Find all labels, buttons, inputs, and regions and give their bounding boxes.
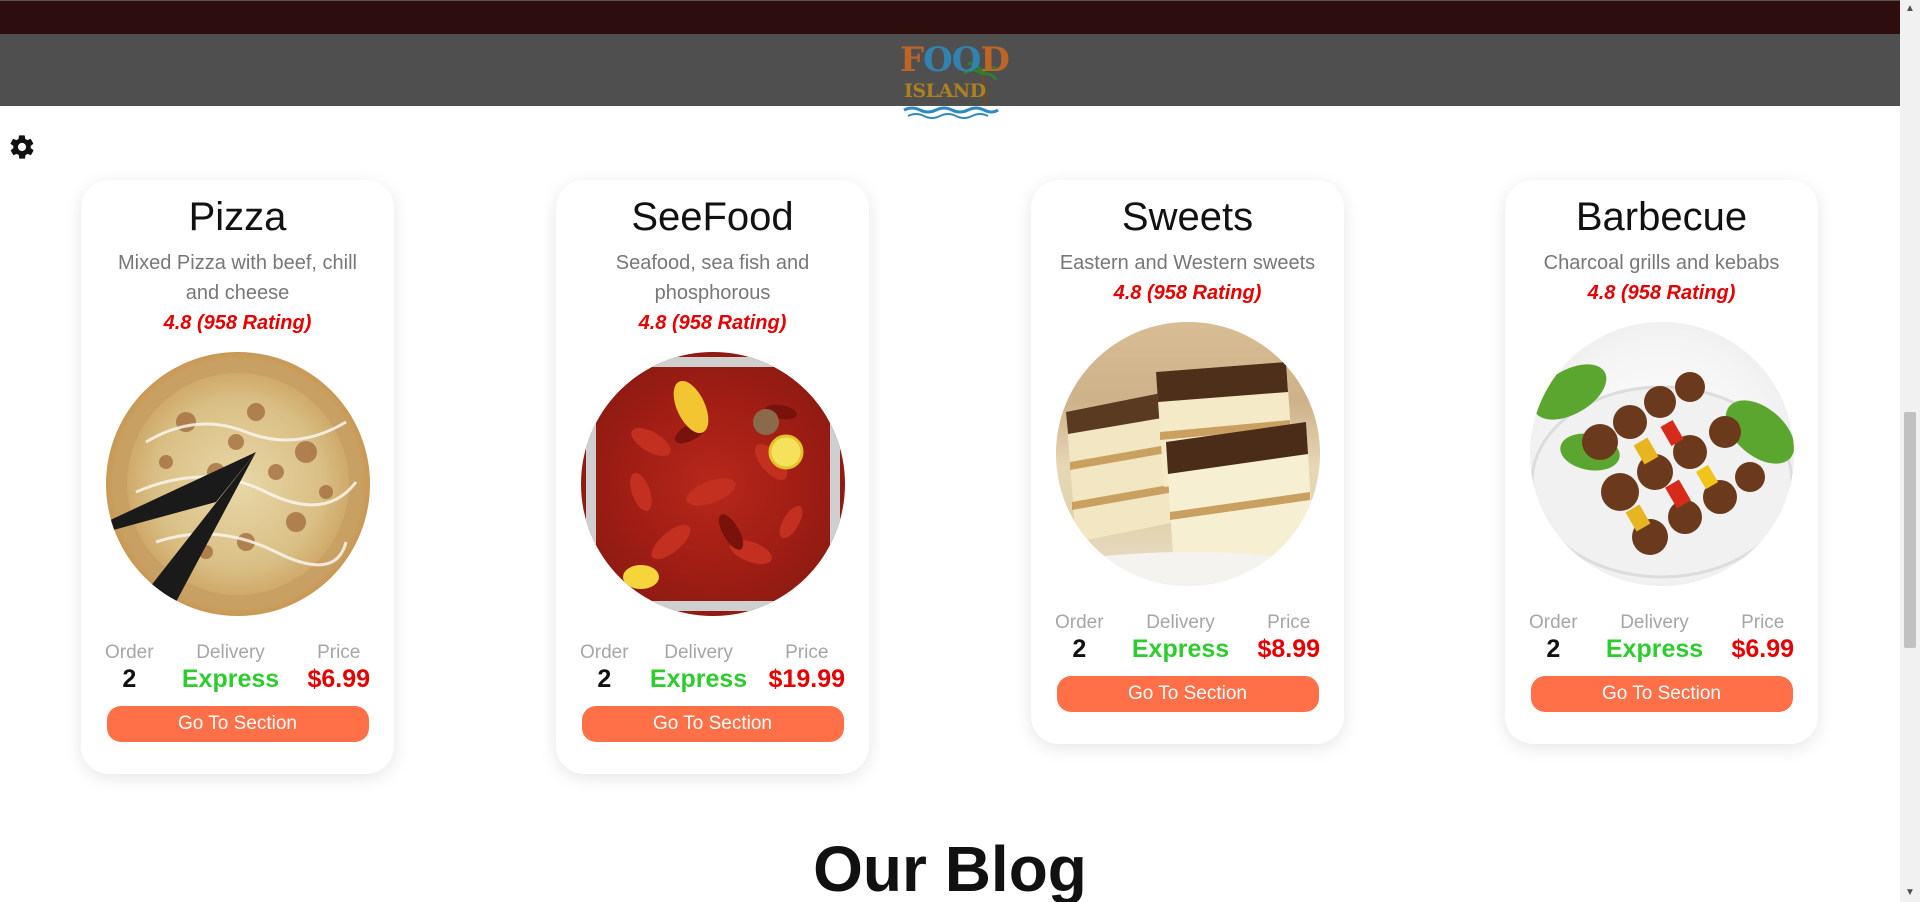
menu-card-pizza: Pizza Mixed Pizza with beef, chill and c… bbox=[81, 180, 394, 774]
card-title: Pizza bbox=[188, 195, 287, 239]
menu-card-barbecue: Barbecue Charcoal grills and kebabs 4.8 … bbox=[1505, 180, 1818, 744]
price-value: $19.99 bbox=[768, 665, 845, 693]
card-rating: 4.8 (958 Rating) bbox=[163, 312, 312, 334]
card-title: Barbecue bbox=[1575, 195, 1748, 239]
top-bar bbox=[0, 0, 1900, 34]
card-rating: 4.8 (958 Rating) bbox=[1113, 282, 1262, 304]
order-label: Order bbox=[105, 642, 154, 663]
scroll-down-arrow-icon[interactable]: ▼ bbox=[1900, 884, 1920, 902]
stat-order: Order 2 bbox=[1055, 612, 1104, 664]
card-rating: 4.8 (958 Rating) bbox=[1587, 282, 1736, 304]
stat-price: Price $6.99 bbox=[307, 642, 370, 694]
delivery-value: Express bbox=[649, 665, 748, 693]
logo-word-island: ISLAND bbox=[904, 80, 986, 102]
order-label: Order bbox=[1055, 612, 1104, 633]
menu-card-sweets: Sweets Eastern and Western sweets 4.8 (9… bbox=[1031, 180, 1344, 744]
scroll-up-arrow-icon[interactable]: ▲ bbox=[1900, 0, 1920, 18]
delivery-label: Delivery bbox=[1146, 612, 1215, 633]
card-description: Seafood, sea fish and phosphorous bbox=[615, 252, 810, 304]
order-value: 2 bbox=[1546, 635, 1561, 663]
card-rating: 4.8 (958 Rating) bbox=[638, 312, 787, 334]
stat-price: Price $19.99 bbox=[769, 642, 845, 694]
card-title: SeeFood bbox=[631, 195, 794, 239]
delivery-label: Delivery bbox=[664, 642, 733, 663]
sweets-image bbox=[1055, 322, 1320, 586]
order-value: 2 bbox=[597, 665, 612, 693]
gear-icon[interactable] bbox=[8, 133, 36, 161]
order-value: 2 bbox=[1072, 635, 1087, 663]
delivery-label: Delivery bbox=[196, 642, 265, 663]
seafood-image bbox=[580, 352, 845, 616]
blog-section-title: Our Blog bbox=[813, 833, 1087, 902]
delivery-value: Express bbox=[1131, 635, 1230, 663]
card-description: Charcoal grills and kebabs bbox=[1543, 252, 1780, 274]
card-stats: Order 2 Delivery Express Price $6.99 bbox=[1529, 612, 1794, 664]
delivery-label: Delivery bbox=[1620, 612, 1689, 633]
site-logo[interactable]: FOOD ISLAND bbox=[898, 40, 1010, 120]
price-label: Price bbox=[317, 642, 361, 663]
stat-delivery: Delivery Express bbox=[1606, 612, 1703, 664]
delivery-value: Express bbox=[181, 665, 280, 693]
stat-order: Order 2 bbox=[105, 642, 154, 694]
stat-order: Order 2 bbox=[1529, 612, 1578, 664]
page: FOOD ISLAND Pizza Mixed Pizza with beef,… bbox=[0, 0, 1920, 902]
scrollbar-thumb[interactable] bbox=[1904, 412, 1916, 648]
stat-price: Price $6.99 bbox=[1731, 612, 1794, 664]
go-to-section-button[interactable]: Go To Section bbox=[106, 706, 369, 742]
card-stats: Order 2 Delivery Express Price $8.99 bbox=[1055, 612, 1320, 664]
delivery-value: Express bbox=[1605, 635, 1704, 663]
card-description: Mixed Pizza with beef, chill and cheese bbox=[118, 252, 357, 304]
pizza-image bbox=[105, 352, 370, 616]
page-scrollbar[interactable]: ▲ ▼ bbox=[1900, 0, 1920, 902]
card-title: Sweets bbox=[1121, 195, 1254, 239]
go-to-section-button[interactable]: Go To Section bbox=[1530, 676, 1793, 712]
order-value: 2 bbox=[122, 665, 137, 693]
price-value: $8.99 bbox=[1257, 635, 1320, 663]
nav-band: FOOD ISLAND bbox=[0, 34, 1900, 119]
menu-card-seafood: SeeFood Seafood, sea fish and phosphorou… bbox=[556, 180, 869, 774]
stat-delivery: Delivery Express bbox=[650, 642, 747, 694]
stat-delivery: Delivery Express bbox=[182, 642, 279, 694]
card-description: Eastern and Western sweets bbox=[1059, 252, 1316, 274]
logo-word-food: FOOD bbox=[900, 40, 1010, 80]
price-label: Price bbox=[1741, 612, 1785, 633]
go-to-section-button[interactable]: Go To Section bbox=[581, 706, 844, 742]
go-to-section-button[interactable]: Go To Section bbox=[1056, 676, 1319, 712]
order-label: Order bbox=[1529, 612, 1578, 633]
card-stats: Order 2 Delivery Express Price $6.99 bbox=[105, 642, 370, 694]
price-label: Price bbox=[1267, 612, 1311, 633]
price-value: $6.99 bbox=[1731, 635, 1794, 663]
price-label: Price bbox=[785, 642, 829, 663]
card-stats: Order 2 Delivery Express Price $19.99 bbox=[580, 642, 845, 694]
price-value: $6.99 bbox=[307, 665, 370, 693]
stat-order: Order 2 bbox=[580, 642, 629, 694]
barbecue-image bbox=[1529, 322, 1794, 586]
stat-price: Price $8.99 bbox=[1257, 612, 1320, 664]
stat-delivery: Delivery Express bbox=[1132, 612, 1229, 664]
order-label: Order bbox=[580, 642, 629, 663]
